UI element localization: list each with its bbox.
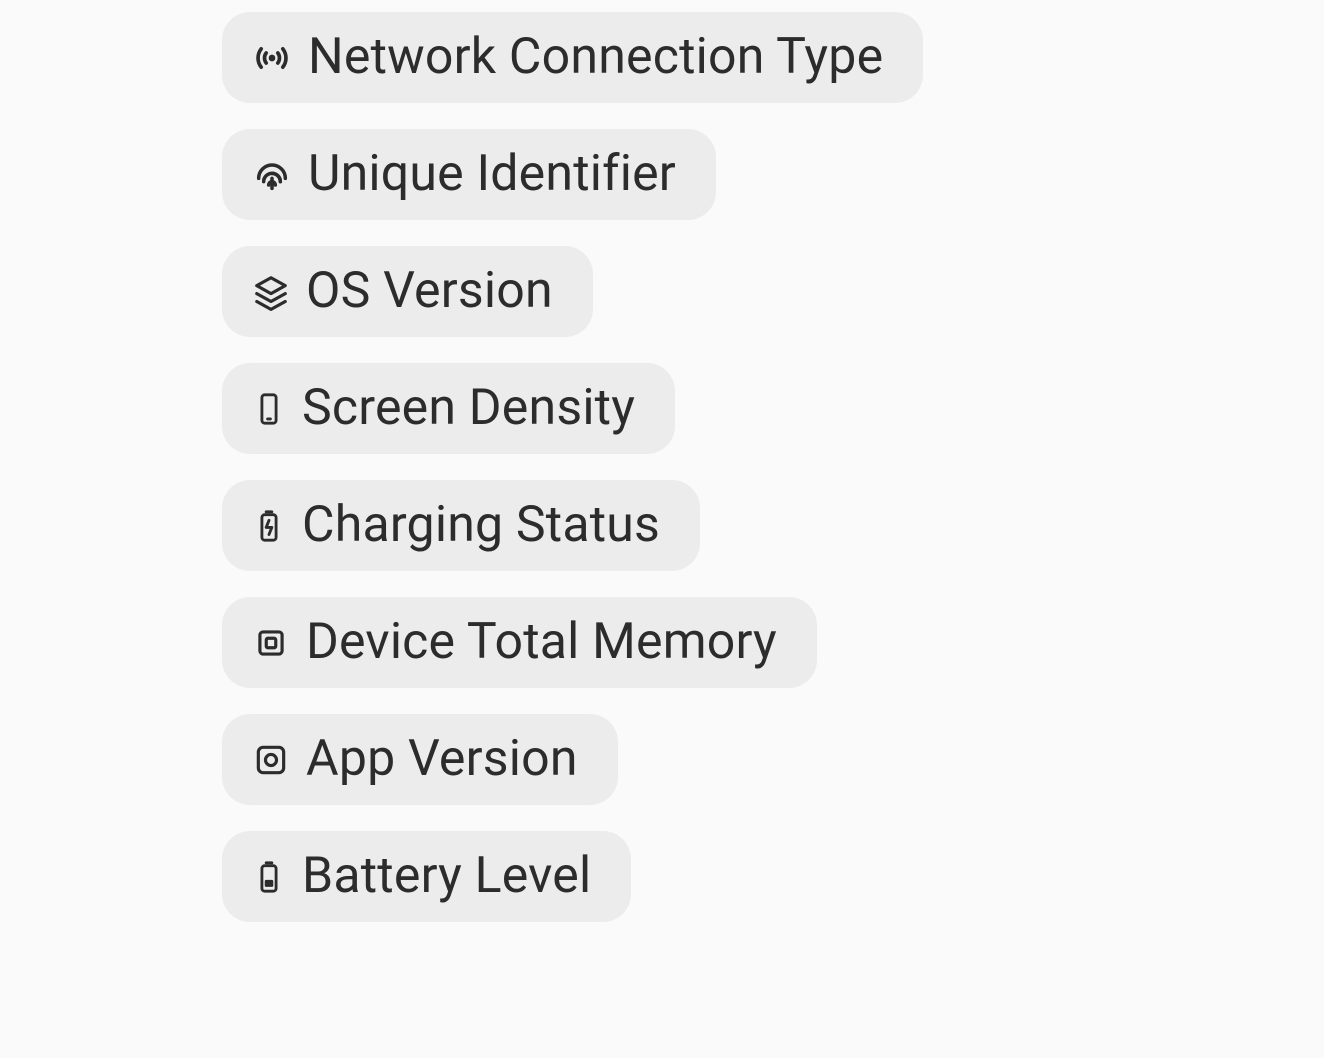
app-icon (252, 741, 290, 779)
phone-icon (252, 389, 286, 429)
fingerprint-icon (252, 155, 292, 195)
battery-charging-icon (252, 506, 286, 546)
chip-unique-identifier[interactable]: Unique Identifier (222, 129, 716, 220)
broadcast-icon (252, 38, 292, 78)
chip-screen-density[interactable]: Screen Density (222, 363, 675, 454)
chip-label: OS Version (306, 264, 553, 319)
chip-label: Screen Density (302, 381, 635, 436)
chip-label: App Version (306, 732, 578, 787)
battery-icon (252, 857, 286, 897)
cpu-icon (252, 624, 290, 662)
chip-charging-status[interactable]: Charging Status (222, 480, 700, 571)
chip-label: Charging Status (302, 498, 660, 553)
chip-battery-level[interactable]: Battery Level (222, 831, 631, 922)
chip-label: Network Connection Type (308, 30, 883, 85)
chip-label: Battery Level (302, 849, 591, 904)
chip-label: Device Total Memory (306, 615, 777, 670)
chip-os-version[interactable]: OS Version (222, 246, 593, 337)
chip-label: Unique Identifier (308, 147, 676, 202)
layers-icon (252, 273, 290, 311)
chip-list: Network Connection Type Unique Identifie… (222, 12, 923, 922)
chip-app-version[interactable]: App Version (222, 714, 618, 805)
chip-network-connection-type[interactable]: Network Connection Type (222, 12, 923, 103)
chip-device-total-memory[interactable]: Device Total Memory (222, 597, 817, 688)
